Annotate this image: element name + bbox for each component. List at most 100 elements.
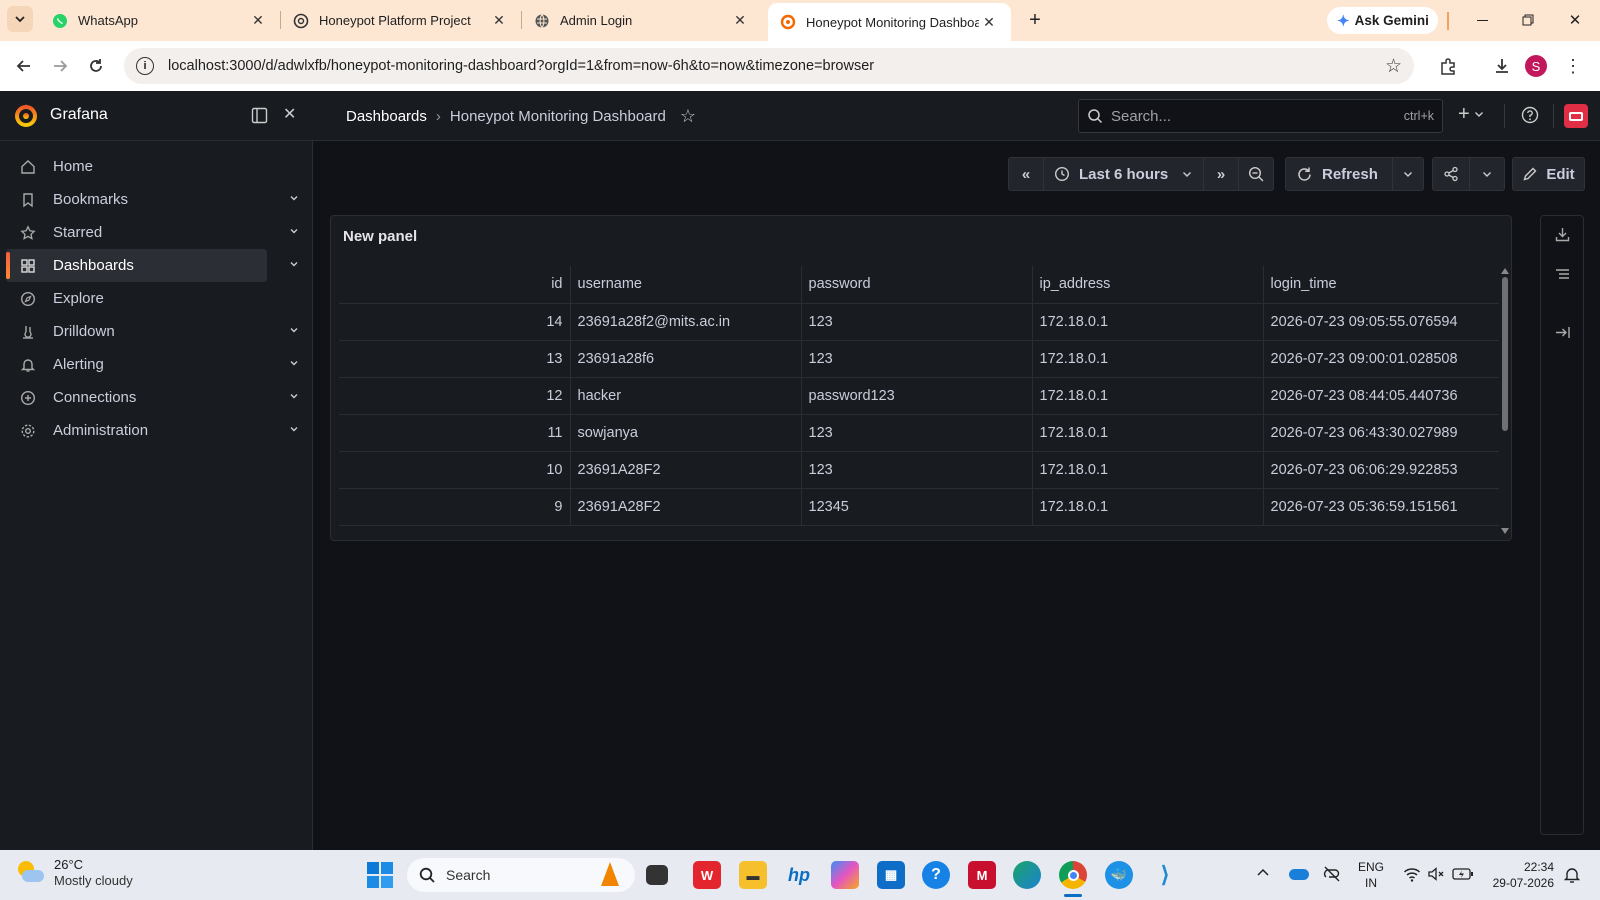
close-icon[interactable]: ✕ <box>979 12 999 32</box>
address-bar[interactable]: i localhost:3000/d/adwlxfb/honeypot-moni… <box>124 48 1414 84</box>
time-shift-back-button[interactable]: « <box>1008 157 1044 191</box>
edit-button[interactable]: Edit <box>1512 157 1585 191</box>
browser-tab-whatsapp[interactable]: WhatsApp ✕ <box>40 3 280 38</box>
close-menu-icon[interactable]: ✕ <box>283 104 296 124</box>
help-app-icon[interactable]: ? <box>922 861 950 889</box>
battery-charging-icon[interactable] <box>1452 867 1474 881</box>
help-icon[interactable] <box>1521 106 1539 124</box>
collapse-right-icon[interactable] <box>1554 324 1571 341</box>
close-icon[interactable]: ✕ <box>730 11 750 31</box>
user-avatar[interactable] <box>1564 104 1588 128</box>
reload-button[interactable] <box>78 48 114 84</box>
tab-search-button[interactable] <box>0 0 40 38</box>
task-view-icon[interactable] <box>646 865 668 885</box>
docker-desktop-icon[interactable]: 🐳 <box>1105 861 1133 889</box>
wps-office-icon[interactable]: W <box>693 861 721 889</box>
column-header-login-time[interactable]: login_time <box>1263 266 1499 304</box>
sidebar-item-administration[interactable]: Administration <box>6 414 298 447</box>
sidebar-item-bookmarks[interactable]: Bookmarks <box>6 183 298 216</box>
sidebar-item-dashboards[interactable]: Dashboards <box>6 249 298 282</box>
star-dashboard-icon[interactable]: ☆ <box>680 106 696 127</box>
table-row: 13 23691a28f6 123 172.18.0.1 2026-07-23 … <box>339 340 1499 378</box>
hp-app-icon[interactable]: hp <box>785 861 813 889</box>
chevron-down-icon[interactable] <box>287 422 301 436</box>
back-button[interactable] <box>6 48 42 84</box>
profile-avatar[interactable]: S <box>1525 55 1547 77</box>
sidebar-item-drilldown[interactable]: Drilldown <box>6 315 298 348</box>
search-box[interactable]: Search... ctrl+k <box>1078 99 1443 133</box>
close-window-button[interactable]: ✕ <box>1560 8 1590 32</box>
mcafee-icon[interactable]: M <box>968 861 996 889</box>
column-header-id[interactable]: id <box>339 266 571 304</box>
vscode-icon[interactable]: ⟩ <box>1151 861 1179 889</box>
start-button[interactable] <box>367 862 393 888</box>
downloads-button[interactable] <box>1484 48 1520 84</box>
chevron-down-icon[interactable] <box>287 191 301 205</box>
close-icon[interactable]: ✕ <box>248 11 268 31</box>
chrome-browser-icon[interactable] <box>1059 861 1087 889</box>
time-shift-forward-button[interactable]: » <box>1203 157 1239 191</box>
table-scrollbar[interactable] <box>1501 268 1509 534</box>
close-icon[interactable]: ✕ <box>489 11 509 31</box>
wifi-icon[interactable] <box>1403 866 1421 882</box>
edge-browser-icon[interactable] <box>1013 861 1041 889</box>
sidebar-item-connections[interactable]: Connections <box>6 381 298 414</box>
ask-gemini-button[interactable]: ✦ Ask Gemini <box>1327 7 1438 34</box>
sidebar-item-explore[interactable]: Explore <box>6 282 267 315</box>
extensions-button[interactable] <box>1430 48 1466 84</box>
browser-menu-button[interactable]: ⋮ <box>1555 48 1591 84</box>
browser-tab-honeypot-project[interactable]: Honeypot Platform Project ✕ <box>281 3 521 38</box>
share-button[interactable] <box>1432 157 1470 191</box>
search-icon <box>1088 109 1103 124</box>
breadcrumb-dashboards[interactable]: Dashboards <box>346 108 427 125</box>
file-explorer-icon[interactable]: ▬ <box>739 861 767 889</box>
time-range-picker[interactable]: Last 6 hours <box>1043 157 1204 191</box>
clock[interactable]: 22:34 29-07-2026 <box>1487 859 1554 891</box>
column-header-password[interactable]: password <box>801 266 1033 304</box>
scrollbar-thumb[interactable] <box>1502 277 1508 431</box>
notification-bell-icon[interactable] <box>1564 866 1580 884</box>
microsoft-store-icon[interactable]: ▦ <box>877 861 905 889</box>
column-header-username[interactable]: username <box>570 266 802 304</box>
table-panel[interactable]: New panel id username password ip_addres… <box>330 215 1512 541</box>
chevron-down-icon[interactable] <box>287 257 301 271</box>
taskbar-search[interactable]: Search <box>407 858 635 892</box>
sidebar-item-starred[interactable]: Starred <box>6 216 298 249</box>
download-icon[interactable] <box>1554 226 1571 243</box>
site-info-icon[interactable]: i <box>136 57 154 75</box>
copilot-icon[interactable] <box>831 861 859 889</box>
onedrive-icon[interactable] <box>1289 869 1309 880</box>
language-indicator[interactable]: ENG IN <box>1358 859 1384 891</box>
forward-button[interactable] <box>42 48 78 84</box>
zoom-out-button[interactable] <box>1238 157 1274 191</box>
table-container[interactable]: id username password ip_address login_ti… <box>339 266 1499 533</box>
column-header-ip-address[interactable]: ip_address <box>1032 266 1264 304</box>
volume-muted-icon[interactable] <box>1427 866 1445 882</box>
new-tab-button[interactable]: + <box>1019 4 1051 36</box>
share-dropdown[interactable] <box>1469 157 1505 191</box>
cell-ip-address: 172.18.0.1 <box>1032 303 1264 341</box>
chevron-down-icon[interactable] <box>287 224 301 238</box>
restore-button[interactable] <box>1513 8 1543 32</box>
sidebar-item-alerting[interactable]: Alerting <box>6 348 298 381</box>
show-hidden-icons-icon[interactable] <box>1257 867 1269 877</box>
minimize-button[interactable] <box>1467 8 1497 32</box>
grafana-logo-icon[interactable] <box>13 102 39 128</box>
chevron-down-icon[interactable] <box>287 356 301 370</box>
outline-list-icon[interactable] <box>1554 266 1571 283</box>
scroll-up-icon[interactable] <box>1501 268 1509 274</box>
chevron-down-icon[interactable] <box>287 323 301 337</box>
refresh-interval-dropdown[interactable] <box>1392 157 1424 191</box>
weather-widget[interactable]: 26°C Mostly cloudy <box>16 857 133 889</box>
dock-menu-icon[interactable] <box>251 107 268 124</box>
cog-icon <box>18 421 38 441</box>
chevron-down-icon[interactable] <box>287 389 301 403</box>
sidebar-item-home[interactable]: Home <box>6 150 267 183</box>
browser-tab-grafana[interactable]: Honeypot Monitoring Dashboa ✕ <box>768 3 1011 41</box>
browser-tab-admin-login[interactable]: Admin Login ✕ <box>522 3 762 38</box>
add-new-button[interactable]: + <box>1458 104 1484 124</box>
bookmark-star-icon[interactable]: ☆ <box>1385 55 1402 78</box>
refresh-button[interactable]: Refresh <box>1285 157 1393 191</box>
sync-off-icon[interactable] <box>1323 866 1341 882</box>
scroll-down-icon[interactable] <box>1501 528 1509 534</box>
